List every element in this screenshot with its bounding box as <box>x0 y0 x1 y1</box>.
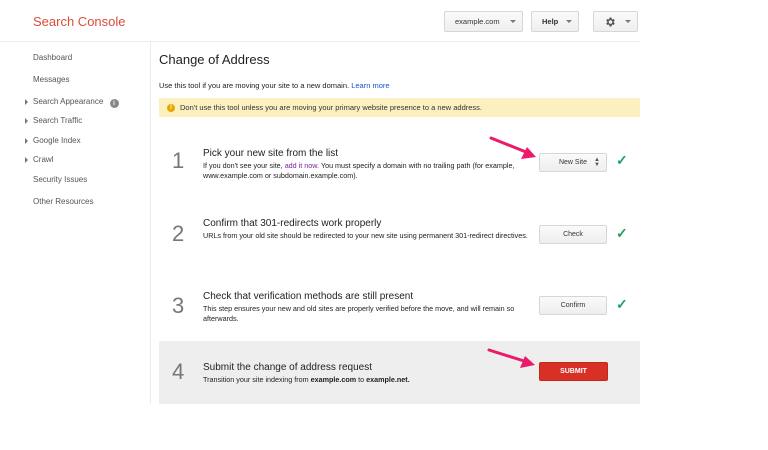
step-number: 1 <box>172 148 185 173</box>
step-number: 4 <box>172 359 185 384</box>
new-site-select[interactable]: New Site ▲ ▼ <box>539 153 607 172</box>
chevron-right-icon <box>25 118 28 124</box>
intro-text: Use this tool if you are moving your sit… <box>159 81 390 90</box>
step-description: This step ensures your new and old sites… <box>203 304 515 323</box>
page-title: Change of Address <box>159 52 270 67</box>
step-desc-text: If you don't see your site, <box>203 161 283 170</box>
sidebar-item-label: Search Appearance <box>33 97 104 106</box>
checkmark-icon: ✓ <box>616 225 628 241</box>
sidebar-item-label: Search Traffic <box>33 116 83 125</box>
checkmark-icon: ✓ <box>616 296 628 312</box>
sidebar-item-label: Crawl <box>33 155 54 164</box>
sidebar-item-label: Dashboard <box>33 53 73 62</box>
app-logo[interactable]: Search Console <box>33 14 126 29</box>
chevron-right-icon <box>25 99 28 105</box>
chevron-right-icon <box>25 157 28 163</box>
intro-label: Use this tool if you are moving your sit… <box>159 81 350 90</box>
site-selector[interactable]: example.com <box>444 11 523 32</box>
chevron-right-icon <box>25 138 28 144</box>
step-number: 2 <box>172 221 185 246</box>
sidebar-item-crawl[interactable]: Crawl <box>25 155 54 164</box>
sort-arrows-icon: ▲ ▼ <box>594 157 600 168</box>
step-1: 1 Pick your new site from the list If yo… <box>159 136 640 196</box>
step-2: 2 Confirm that 301-redirects work proper… <box>159 207 640 267</box>
chevron-down-icon <box>566 20 572 23</box>
step-number: 3 <box>172 293 185 318</box>
sidebar-item-search-appearance[interactable]: Search Appearance i <box>25 97 119 108</box>
check-button[interactable]: Check <box>539 225 607 244</box>
step-desc-text: Transition your site indexing from <box>203 375 309 384</box>
step-4: 4 Submit the change of address request T… <box>159 341 640 404</box>
sidebar-item-label: Google Index <box>33 136 81 145</box>
help-button[interactable]: Help <box>531 11 579 32</box>
submit-button[interactable]: SUBMIT <box>539 362 608 381</box>
settings-button[interactable] <box>593 11 638 32</box>
sidebar-nav: Dashboard Messages Search Appearance i S… <box>0 42 151 404</box>
warning-banner: ! Don't use this tool unless you are mov… <box>159 98 640 117</box>
sidebar-item-label: Messages <box>33 75 70 84</box>
step-title: Confirm that 301-redirects work properly <box>203 218 382 229</box>
sidebar-item-label: Other Resources <box>33 197 94 206</box>
sidebar-item-other-resources[interactable]: Other Resources <box>33 197 93 206</box>
step-3: 3 Check that verification methods are st… <box>159 280 640 340</box>
step-desc-text: to <box>358 375 365 384</box>
new-site-label: New Site <box>558 159 587 166</box>
sidebar-item-dashboard[interactable]: Dashboard <box>33 53 72 62</box>
step-description: If you don't see your site, add it now. … <box>203 161 533 181</box>
info-icon[interactable]: i <box>109 99 119 108</box>
add-site-link[interactable]: add it now. <box>285 161 319 170</box>
sidebar-item-security-issues[interactable]: Security Issues <box>33 175 87 184</box>
top-header: Search Console example.com Help <box>0 0 640 42</box>
chevron-down-icon <box>510 20 516 23</box>
help-label: Help <box>542 17 559 26</box>
step-description: Transition your site indexing from examp… <box>203 375 533 385</box>
confirm-button[interactable]: Confirm <box>539 296 607 315</box>
old-site-domain: example.com <box>310 375 357 384</box>
gear-icon <box>606 17 615 26</box>
step-title: Check that verification methods are stil… <box>203 291 414 302</box>
sidebar-item-messages[interactable]: Messages <box>33 75 69 84</box>
sidebar-item-search-traffic[interactable]: Search Traffic <box>25 116 83 125</box>
warning-text: Don't use this tool unless you are movin… <box>180 103 482 112</box>
site-selector-label: example.com <box>455 17 500 26</box>
annotation-arrow-icon <box>487 348 535 368</box>
step-title: Pick your new site from the list <box>203 148 339 159</box>
annotation-arrow-icon <box>489 136 536 159</box>
chevron-down-icon <box>625 20 631 23</box>
checkmark-icon: ✓ <box>616 152 628 168</box>
sidebar-item-google-index[interactable]: Google Index <box>25 136 81 145</box>
sidebar-item-label: Security Issues <box>33 175 88 184</box>
warning-icon: ! <box>167 103 175 112</box>
new-site-domain: example.net <box>366 375 408 384</box>
step-description: URLs from your old site should be redire… <box>203 231 528 240</box>
learn-more-link[interactable]: Learn more <box>351 81 389 90</box>
step-title: Submit the change of address request <box>203 362 372 373</box>
step-desc-text: . <box>407 375 410 384</box>
